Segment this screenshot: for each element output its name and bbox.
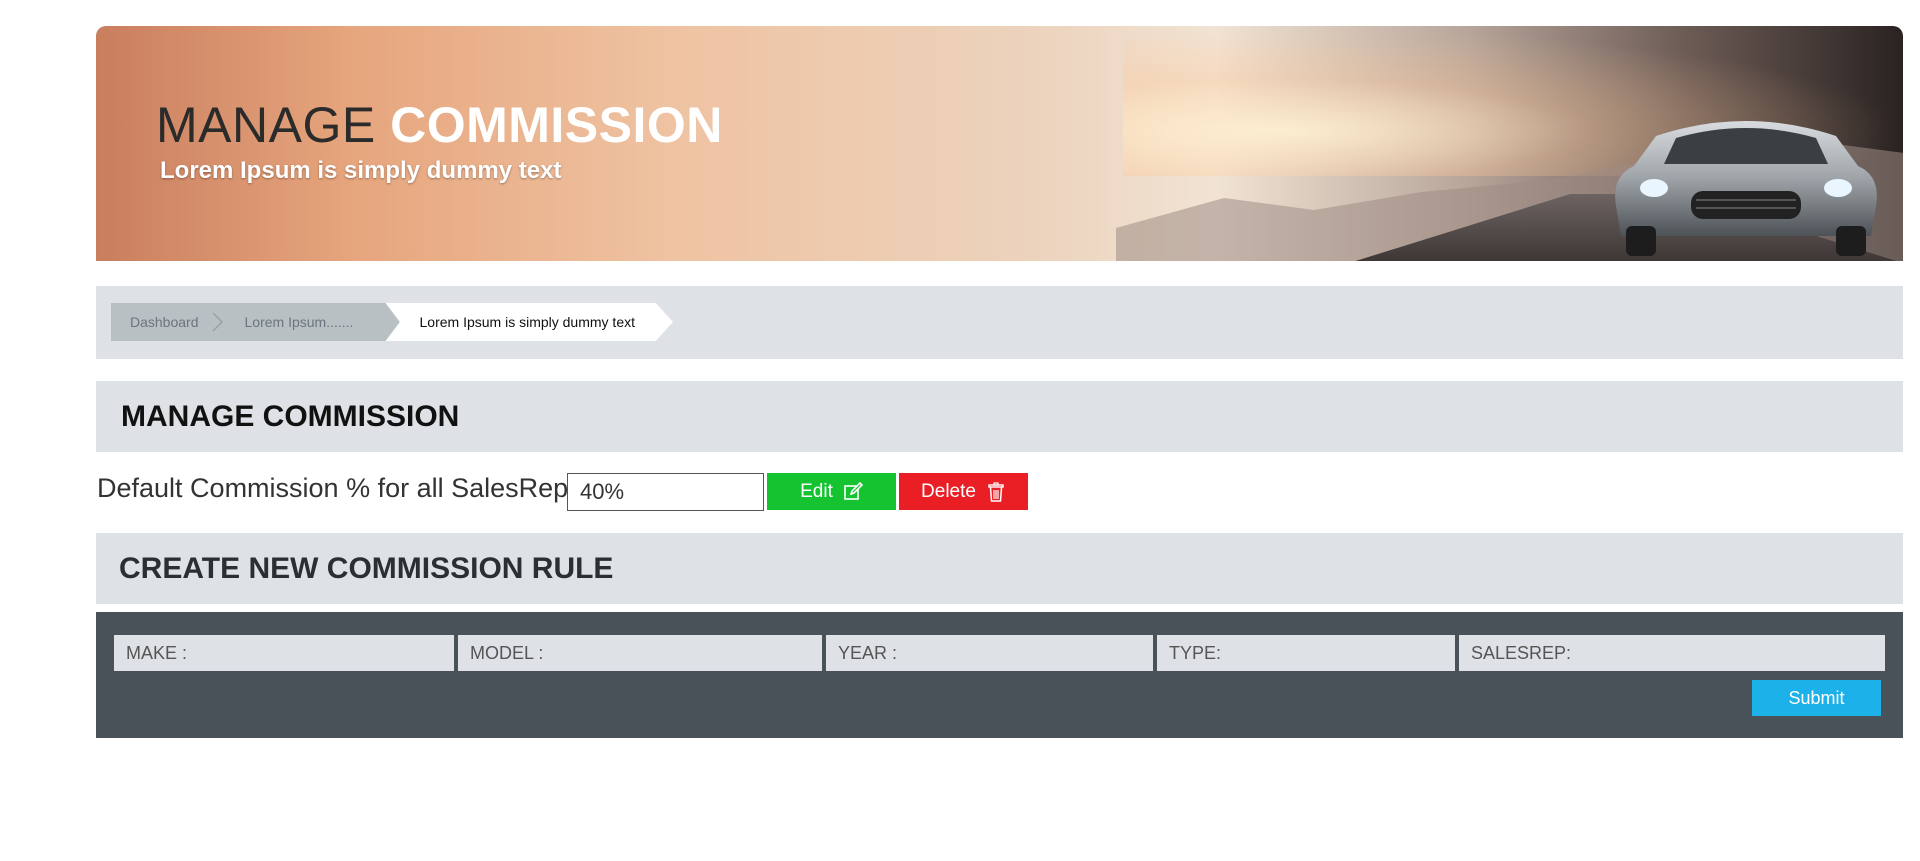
delete-button[interactable]: Delete [899,473,1028,510]
section-title: MANAGE COMMISSION [121,399,460,433]
manage-commission-header: MANAGE COMMISSION [96,381,1903,452]
submit-button[interactable]: Submit [1752,680,1881,716]
edit-icon [844,481,863,500]
year-field[interactable] [826,635,1153,671]
edit-button[interactable]: Edit [767,473,896,510]
breadcrumb-item-current: Lorem Ipsum is simply dummy text [385,303,673,341]
chevron-right-icon [211,312,223,332]
default-commission-input[interactable] [567,473,764,511]
breadcrumb-item-lorem[interactable]: Lorem Ipsum....... [226,303,402,341]
create-rule-header: CREATE NEW COMMISSION RULE [96,533,1903,604]
breadcrumb-label: Lorem Ipsum is simply dummy text [419,314,636,330]
breadcrumb: Dashboard Lorem Ipsum....... Lorem Ipsum… [111,303,673,341]
default-commission-label: Default Commission % for all SalesRep [97,473,569,503]
breadcrumb-item-dashboard[interactable]: Dashboard [111,303,227,341]
banner-title-plain: MANAGE [156,97,391,153]
breadcrumb-label: Dashboard [130,314,199,330]
type-field[interactable] [1157,635,1455,671]
trash-icon [988,481,1004,502]
salesrep-field[interactable] [1459,635,1885,671]
breadcrumb-label: Lorem Ipsum....... [244,314,354,330]
edit-button-label: Edit [800,480,833,502]
page-banner: MANAGE COMMISSION Lorem Ipsum is simply … [96,26,1903,261]
banner-title-strong: COMMISSION [390,97,723,153]
make-field[interactable] [114,635,454,671]
breadcrumb-bar: Dashboard Lorem Ipsum....... Lorem Ipsum… [96,286,1903,359]
create-rule-form: Submit [96,612,1903,738]
car-image [1615,121,1877,256]
model-field[interactable] [458,635,822,671]
delete-button-label: Delete [921,480,976,502]
section-title: CREATE NEW COMMISSION RULE [119,551,614,585]
banner-title: MANAGE COMMISSION [156,96,723,154]
banner-subtitle: Lorem Ipsum is simply dummy text [160,157,562,184]
